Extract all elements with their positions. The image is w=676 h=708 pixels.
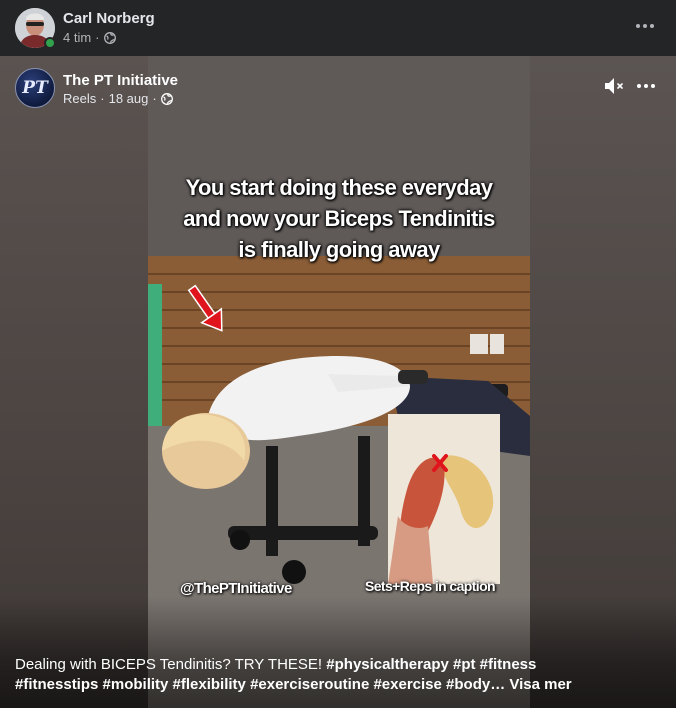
dot bbox=[643, 24, 647, 28]
reel-sets-text: Sets+Reps in caption bbox=[365, 578, 496, 594]
globe-icon bbox=[160, 92, 173, 105]
reel-caption: Dealing with BICEPS Tendinitis? TRY THES… bbox=[15, 655, 635, 695]
caption-hashtags-2[interactable]: #fitnesstips #mobility #flexibility #exe… bbox=[15, 676, 505, 693]
speaker-muted-icon bbox=[605, 78, 623, 94]
reel-container[interactable]: You start doing these everyday and now y… bbox=[0, 56, 676, 708]
reels-link[interactable]: Reels bbox=[63, 91, 96, 106]
reel-meta: Reels · 18 aug · bbox=[63, 91, 173, 106]
reel-page-header: PT The PT Initiative Reels · 18 aug · bbox=[0, 56, 676, 116]
meta-separator: · bbox=[100, 91, 105, 106]
see-more-link[interactable]: Visa mer bbox=[509, 676, 571, 693]
reel-handle: @ThePTInitiative bbox=[180, 580, 292, 597]
page-avatar-text: PT bbox=[22, 78, 48, 98]
dot bbox=[636, 24, 640, 28]
headline-line: is finally going away bbox=[238, 237, 440, 262]
author-name[interactable]: Carl Norberg bbox=[63, 10, 155, 27]
dot bbox=[650, 24, 654, 28]
post-more-button[interactable] bbox=[629, 10, 661, 42]
post-header: Carl Norberg 4 tim · bbox=[0, 0, 676, 56]
dot bbox=[637, 84, 641, 88]
reel-headline: You start doing these everyday and now y… bbox=[148, 172, 530, 265]
post-time[interactable]: 4 tim bbox=[63, 30, 91, 45]
author-avatar[interactable] bbox=[15, 8, 56, 49]
headline-line: You start doing these everyday bbox=[185, 175, 493, 200]
meta-separator: · bbox=[95, 30, 100, 45]
reel-more-button[interactable] bbox=[630, 70, 662, 102]
caption-hashtags-1[interactable]: #physicaltherapy #pt #fitness bbox=[326, 656, 536, 673]
caption-intro: Dealing with BICEPS Tendinitis? TRY THES… bbox=[15, 656, 323, 673]
reel-date[interactable]: 18 aug bbox=[109, 91, 149, 106]
dot bbox=[644, 84, 648, 88]
mute-button[interactable] bbox=[602, 74, 626, 98]
globe-icon bbox=[103, 31, 116, 44]
post-meta: 4 tim · bbox=[63, 30, 116, 45]
dot bbox=[651, 84, 655, 88]
online-indicator bbox=[44, 37, 56, 49]
page-avatar[interactable]: PT bbox=[15, 68, 55, 108]
headline-line: and now your Biceps Tendinitis bbox=[183, 206, 495, 231]
page-name[interactable]: The PT Initiative bbox=[63, 72, 178, 89]
meta-separator: · bbox=[152, 91, 157, 106]
